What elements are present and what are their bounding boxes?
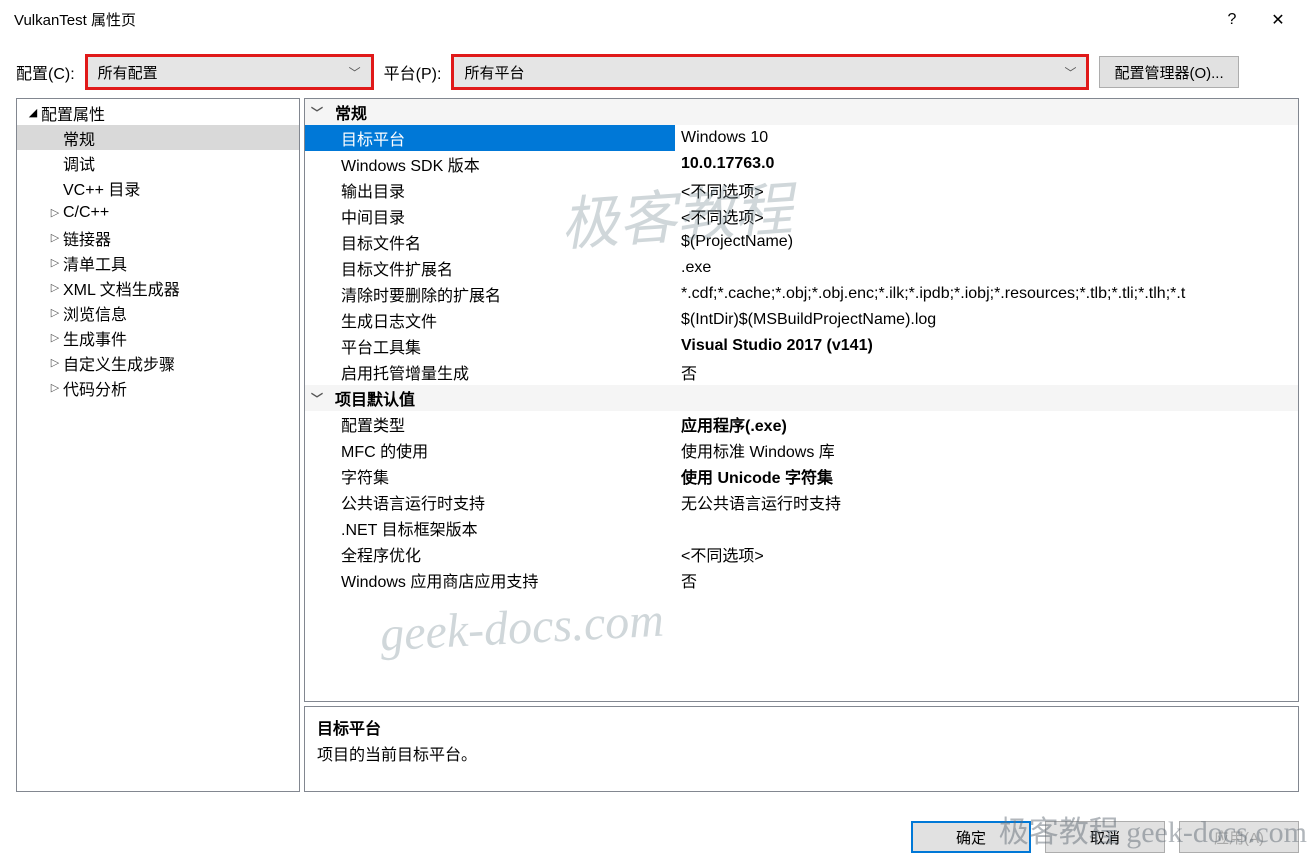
property-name: .NET 目标框架版本: [305, 515, 675, 541]
tree-item[interactable]: ▷浏览信息: [17, 300, 299, 325]
tree-item[interactable]: 常规: [17, 125, 299, 150]
property-row[interactable]: 中间目录<不同选项>: [305, 203, 1298, 229]
property-value[interactable]: Windows 10: [675, 129, 1298, 147]
property-name: 清除时要删除的扩展名: [305, 281, 675, 307]
triangle-down-icon: ◢: [25, 106, 41, 119]
cancel-button[interactable]: 取消: [1045, 821, 1165, 853]
triangle-right-icon: ▷: [47, 306, 63, 319]
triangle-right-icon: ▷: [47, 381, 63, 394]
triangle-right-icon: ▷: [47, 231, 63, 244]
property-name: 字符集: [305, 463, 675, 489]
tree-item[interactable]: ▷链接器: [17, 225, 299, 250]
property-name: 目标文件扩展名: [305, 255, 675, 281]
config-manager-button[interactable]: 配置管理器(O)...: [1099, 56, 1238, 88]
property-row[interactable]: 配置类型应用程序(.exe): [305, 411, 1298, 437]
help-desc: 项目的当前目标平台。: [317, 741, 1286, 765]
property-value[interactable]: <不同选项>: [675, 178, 1298, 202]
apply-button[interactable]: 应用(A): [1179, 821, 1299, 853]
property-value[interactable]: 使用 Unicode 字符集: [675, 464, 1298, 488]
property-value[interactable]: $(IntDir)$(MSBuildProjectName).log: [675, 311, 1298, 329]
help-button[interactable]: ?: [1209, 5, 1255, 35]
section-header[interactable]: ﹀常规: [305, 99, 1298, 125]
property-row[interactable]: Windows SDK 版本10.0.17763.0: [305, 151, 1298, 177]
property-row[interactable]: 启用托管增量生成否: [305, 359, 1298, 385]
dialog-footer: 确定 取消 应用(A): [911, 821, 1299, 853]
property-value[interactable]: 10.0.17763.0: [675, 155, 1298, 173]
property-name: MFC 的使用: [305, 437, 675, 463]
category-tree[interactable]: ◢ 配置属性 常规调试VC++ 目录▷C/C++▷链接器▷清单工具▷XML 文档…: [16, 98, 300, 792]
triangle-right-icon: ▷: [47, 331, 63, 344]
property-value[interactable]: *.cdf;*.cache;*.obj;*.obj.enc;*.ilk;*.ip…: [675, 285, 1298, 303]
property-value[interactable]: 无公共语言运行时支持: [675, 490, 1298, 514]
tree-item[interactable]: ▷XML 文档生成器: [17, 275, 299, 300]
property-name: 全程序优化: [305, 541, 675, 567]
property-value[interactable]: <不同选项>: [675, 542, 1298, 566]
property-name: 目标文件名: [305, 229, 675, 255]
config-value: 所有配置: [98, 62, 158, 83]
property-name: 公共语言运行时支持: [305, 489, 675, 515]
property-row[interactable]: MFC 的使用使用标准 Windows 库: [305, 437, 1298, 463]
chevron-down-icon: ﹀: [311, 390, 335, 407]
property-row[interactable]: 字符集使用 Unicode 字符集: [305, 463, 1298, 489]
property-name: 生成日志文件: [305, 307, 675, 333]
triangle-right-icon: ▷: [47, 256, 63, 269]
tree-item[interactable]: ▷C/C++: [17, 200, 299, 225]
property-name: Windows SDK 版本: [305, 151, 675, 177]
section-header[interactable]: ﹀项目默认值: [305, 385, 1298, 411]
help-title: 目标平台: [317, 715, 1286, 739]
property-name: 平台工具集: [305, 333, 675, 359]
tree-item[interactable]: ▷清单工具: [17, 250, 299, 275]
property-row[interactable]: 输出目录<不同选项>: [305, 177, 1298, 203]
tree-item[interactable]: ▷代码分析: [17, 375, 299, 400]
close-button[interactable]: ✕: [1255, 5, 1301, 35]
property-row[interactable]: 全程序优化<不同选项>: [305, 541, 1298, 567]
property-name: Windows 应用商店应用支持: [305, 567, 675, 593]
property-value[interactable]: 应用程序(.exe): [675, 412, 1298, 436]
tree-item[interactable]: VC++ 目录: [17, 175, 299, 200]
config-toolbar: 配置(C): 所有配置 ﹀ 平台(P): 所有平台 ﹀ 配置管理器(O)...: [0, 40, 1315, 98]
property-row[interactable]: 目标文件名$(ProjectName): [305, 229, 1298, 255]
title-bar: VulkanTest 属性页 ? ✕: [0, 0, 1315, 40]
tree-item[interactable]: 调试: [17, 150, 299, 175]
property-value[interactable]: Visual Studio 2017 (v141): [675, 337, 1298, 355]
platform-label: 平台(P):: [384, 60, 442, 84]
triangle-right-icon: ▷: [47, 356, 63, 369]
triangle-right-icon: ▷: [47, 206, 63, 219]
property-value[interactable]: 使用标准 Windows 库: [675, 438, 1298, 462]
property-name: 目标平台: [305, 125, 675, 151]
property-name: 启用托管增量生成: [305, 359, 675, 385]
platform-value: 所有平台: [464, 62, 524, 83]
property-name: 输出目录: [305, 177, 675, 203]
property-row[interactable]: Windows 应用商店应用支持否: [305, 567, 1298, 593]
window-title: VulkanTest 属性页: [14, 9, 1209, 30]
property-value[interactable]: 否: [675, 360, 1298, 384]
property-name: 配置类型: [305, 411, 675, 437]
property-value[interactable]: <不同选项>: [675, 204, 1298, 228]
triangle-right-icon: ▷: [47, 281, 63, 294]
ok-button[interactable]: 确定: [911, 821, 1031, 853]
property-value[interactable]: .exe: [675, 259, 1298, 277]
chevron-down-icon: ﹀: [311, 104, 335, 121]
platform-dropdown[interactable]: 所有平台 ﹀: [453, 56, 1087, 88]
property-row[interactable]: 公共语言运行时支持无公共语言运行时支持: [305, 489, 1298, 515]
tree-item[interactable]: ▷自定义生成步骤: [17, 350, 299, 375]
property-row[interactable]: 生成日志文件$(IntDir)$(MSBuildProjectName).log: [305, 307, 1298, 333]
tree-item[interactable]: ▷生成事件: [17, 325, 299, 350]
config-label: 配置(C):: [16, 60, 75, 84]
help-panel: 目标平台 项目的当前目标平台。: [304, 706, 1299, 792]
property-grid[interactable]: ﹀常规目标平台Windows 10Windows SDK 版本10.0.1776…: [304, 98, 1299, 702]
property-row[interactable]: 清除时要删除的扩展名*.cdf;*.cache;*.obj;*.obj.enc;…: [305, 281, 1298, 307]
config-dropdown[interactable]: 所有配置 ﹀: [87, 56, 372, 88]
property-value[interactable]: 否: [675, 568, 1298, 592]
chevron-down-icon: ﹀: [349, 64, 361, 81]
chevron-down-icon: ﹀: [1064, 64, 1076, 81]
tree-root[interactable]: ◢ 配置属性: [17, 100, 299, 125]
property-row[interactable]: 平台工具集Visual Studio 2017 (v141): [305, 333, 1298, 359]
property-row[interactable]: 目标文件扩展名.exe: [305, 255, 1298, 281]
property-row[interactable]: .NET 目标框架版本: [305, 515, 1298, 541]
property-value[interactable]: $(ProjectName): [675, 233, 1298, 251]
property-name: 中间目录: [305, 203, 675, 229]
property-row[interactable]: 目标平台Windows 10: [305, 125, 1298, 151]
